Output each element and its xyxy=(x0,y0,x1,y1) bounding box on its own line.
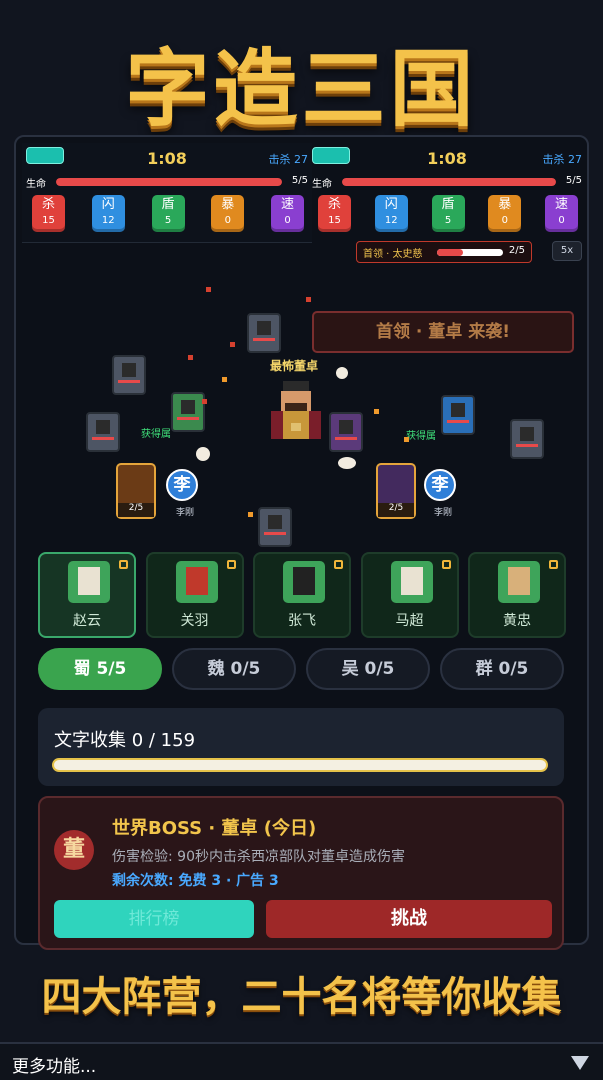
hero-card-huangzhong[interactable]: 黄忠 xyxy=(468,552,566,638)
more-features-bar[interactable]: 更多功能... xyxy=(0,1042,603,1080)
tab-qun[interactable]: 群 0/5 xyxy=(440,648,564,690)
hud-left: 1:08 击杀 27 生命 5/5 杀 15 闪 12 盾5 暴0 速0 xyxy=(22,143,312,243)
general-unit-left: 2/5 xyxy=(116,463,156,519)
lock-icon xyxy=(441,560,451,569)
enemy-unit xyxy=(171,392,205,432)
hp-bar xyxy=(56,178,282,186)
hero-portrait xyxy=(175,561,218,603)
enemy-unit xyxy=(441,395,475,435)
skill-shan[interactable]: 闪 12 xyxy=(91,195,125,232)
enemy-unit xyxy=(247,313,281,353)
boss-name: 最怖董卓 xyxy=(270,359,319,373)
hero-portrait xyxy=(498,561,540,603)
world-boss-remaining: 剩余次数: 免费 3 · 广告 3 xyxy=(112,873,279,889)
hero-card-machao[interactable]: 马超 xyxy=(360,552,459,638)
float-text: 获得属 xyxy=(406,431,436,442)
boss-health-bar: 首领 · 太史慈 2/5 xyxy=(356,241,532,263)
chevron-down-icon[interactable] xyxy=(571,1056,589,1070)
boss-bar-label: 首领 · 太史慈 xyxy=(363,249,423,260)
hero-portrait xyxy=(390,561,433,603)
hud-right: 1:08 击杀 27 生命 5/5 杀 15 闪 12 盾5 暴0 速0 xyxy=(308,143,586,243)
hp-bar xyxy=(342,178,556,186)
hero-row: 赵云 关羽 张飞 马超 黄忠 xyxy=(38,552,566,638)
skill-sha[interactable]: 杀 15 xyxy=(32,195,65,232)
lock-icon xyxy=(226,560,236,569)
skill-bao[interactable]: 暴0 xyxy=(488,195,522,232)
float-text: 获得属 xyxy=(141,429,171,440)
world-boss-title: 世界BOSS · 董卓 (今日) xyxy=(112,818,317,839)
boss-sprite xyxy=(271,381,321,439)
faction-tabs: 蜀 5/5 魏 0/5 吴 0/5 群 0/5 xyxy=(38,648,564,690)
hero-card-guanyu[interactable]: 关羽 xyxy=(145,552,244,638)
tab-shu[interactable]: 蜀 5/5 xyxy=(38,648,162,690)
hero-portrait xyxy=(283,561,325,603)
challenge-button[interactable]: 挑战 xyxy=(266,900,552,938)
more-features-label: 更多功能... xyxy=(12,1057,97,1077)
enemy-unit xyxy=(86,412,120,452)
boss-bar-value: 2/5 xyxy=(508,245,525,256)
skill-shan[interactable]: 闪 12 xyxy=(374,195,408,232)
dongzhuo-seal-icon: 董 xyxy=(54,830,94,870)
skill-su[interactable]: 速0 xyxy=(545,195,578,232)
skill-bao[interactable]: 暴0 xyxy=(211,195,245,232)
world-boss-card: 董 世界BOSS · 董卓 (今日) 伤害检验: 90秒内击杀西凉部队对董卓造成… xyxy=(38,796,564,950)
player-badge-left[interactable]: 李 xyxy=(166,469,198,501)
skill-sha[interactable]: 杀 15 xyxy=(318,195,351,232)
leaderboard-button[interactable]: 排行榜 xyxy=(54,900,254,938)
enemy-unit xyxy=(258,507,292,547)
skill-dun[interactable]: 盾5 xyxy=(431,195,465,232)
hp-value: 5/5 xyxy=(291,175,308,186)
enemy-unit xyxy=(510,419,544,459)
hp-label: 生命 xyxy=(26,179,46,190)
player-badge-right[interactable]: 李 xyxy=(424,469,456,501)
game-title: 字造三国 xyxy=(125,40,478,138)
collection-panel: 文字收集 0 / 159 xyxy=(38,708,564,786)
lock-icon xyxy=(334,560,343,569)
skill-dun[interactable]: 盾5 xyxy=(151,195,185,232)
general-unit-right: 2/5 xyxy=(376,463,416,519)
boss-incoming-banner: 首领 · 董卓 来袭! xyxy=(312,311,574,353)
player-name-left: 李刚 xyxy=(176,508,195,518)
hp-value: 5/5 xyxy=(565,175,582,186)
enemy-unit xyxy=(112,355,146,395)
kill-count: 击杀 27 xyxy=(268,153,309,166)
hero-portrait xyxy=(68,561,110,603)
hero-card-zhaoyun[interactable]: 赵云 xyxy=(38,552,136,638)
hp-label: 生命 xyxy=(312,179,332,190)
enemy-unit xyxy=(329,412,363,452)
skill-su[interactable]: 速0 xyxy=(271,195,304,232)
player-name-right: 李刚 xyxy=(434,508,453,518)
skill-row: 杀 15 闪 12 盾5 暴0 速0 xyxy=(318,195,578,232)
tab-wei[interactable]: 魏 0/5 xyxy=(172,648,296,690)
slogan: 四大阵营，二十名将等你收集 xyxy=(41,974,562,1020)
world-boss-desc: 伤害检验: 90秒内击杀西凉部队对董卓造成伤害 xyxy=(112,849,405,865)
lock-icon xyxy=(549,560,558,569)
collection-progress-bar xyxy=(52,758,548,772)
speed-toggle[interactable]: 5x xyxy=(552,241,582,261)
collection-label: 文字收集 0 / 159 xyxy=(54,730,196,751)
hero-card-zhangfei[interactable]: 张飞 xyxy=(253,552,351,638)
kill-count: 击杀 27 xyxy=(542,153,583,166)
skill-row: 杀 15 闪 12 盾5 暴0 速0 xyxy=(32,195,304,232)
lock-icon xyxy=(119,560,128,569)
tab-wu[interactable]: 吴 0/5 xyxy=(306,648,430,690)
